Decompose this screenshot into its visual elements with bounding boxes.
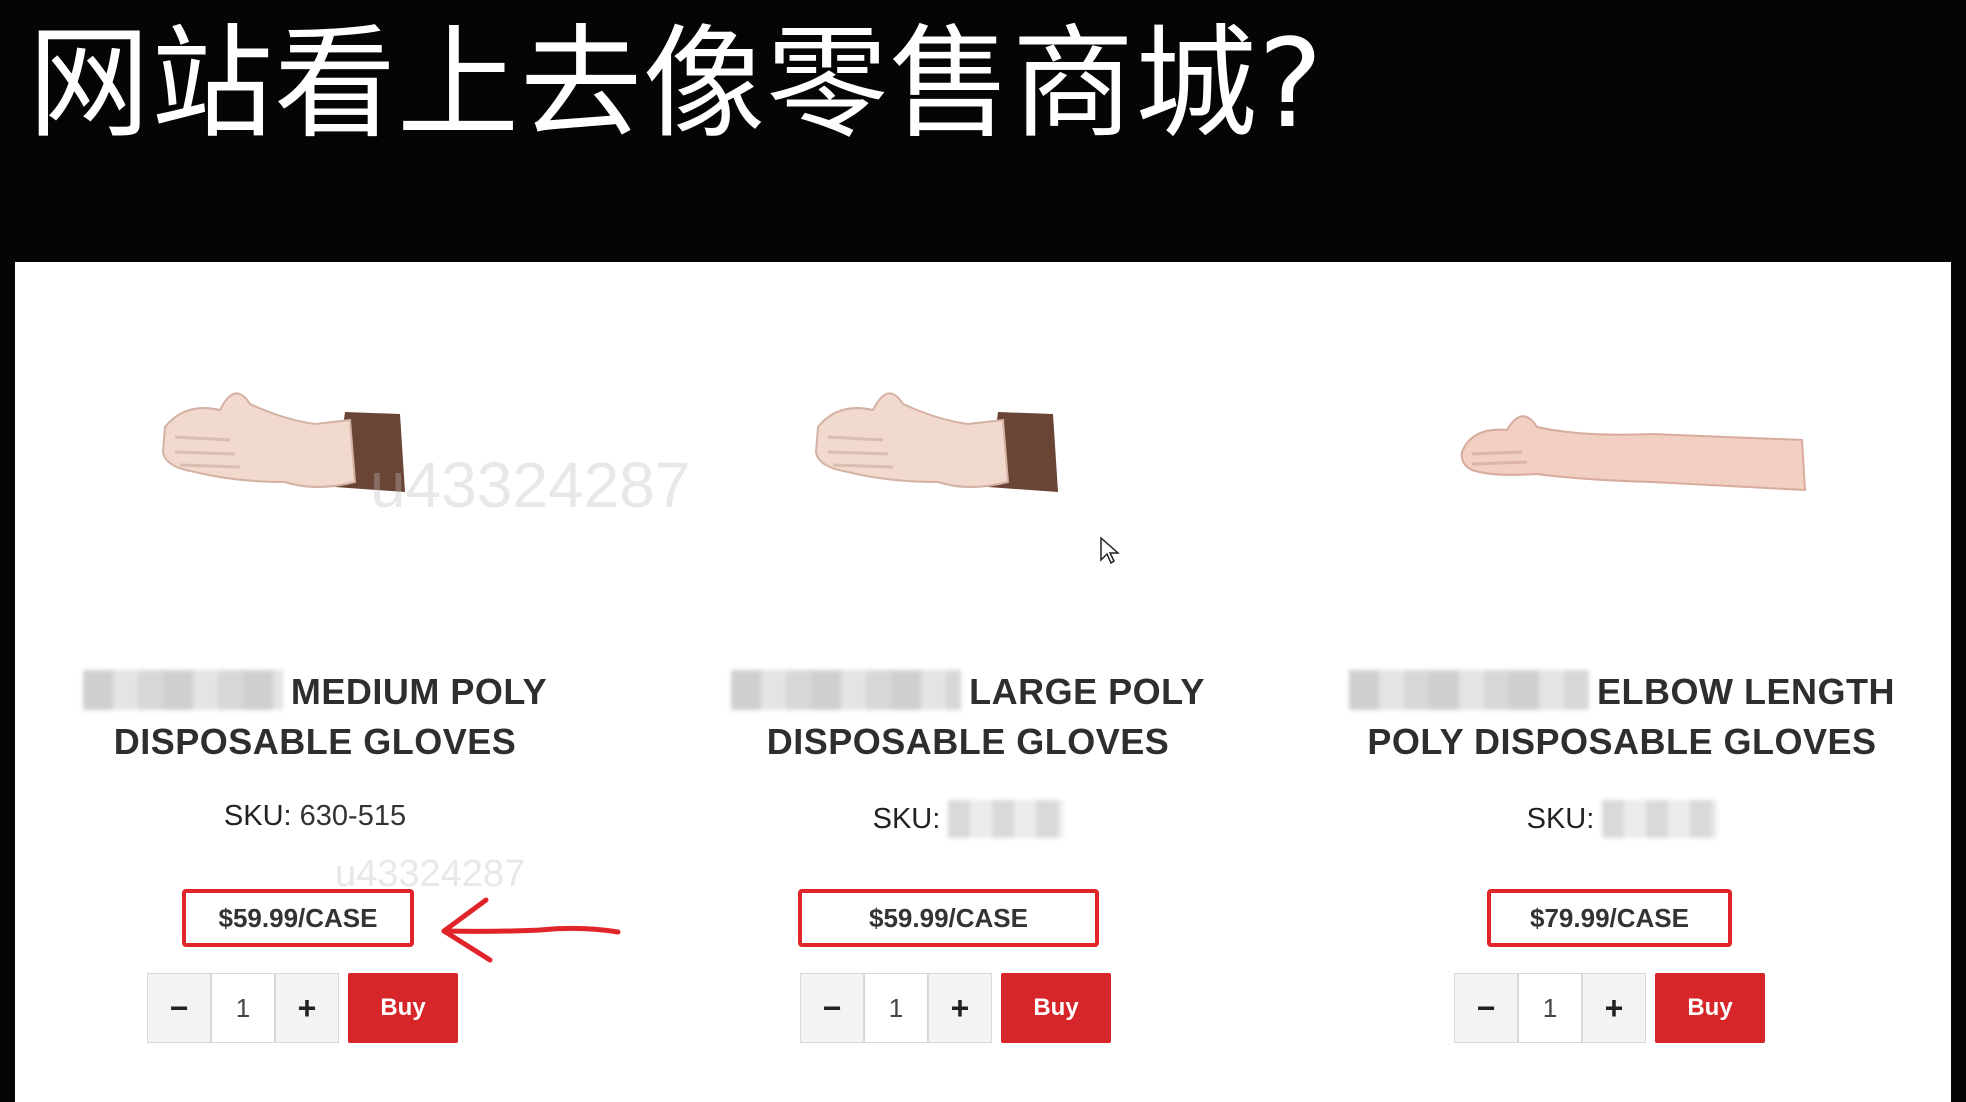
buy-button[interactable]: Buy — [348, 973, 458, 1043]
product-title-line1: ELBOW LENGTH — [1597, 671, 1895, 712]
product-title-line2: POLY DISPOSABLE GLOVES — [1367, 721, 1877, 762]
quantity-stepper[interactable]: − 1 + Buy — [1454, 973, 1765, 1043]
sku-value: 630-515 — [299, 800, 407, 832]
watermark: u43324287 — [370, 449, 691, 521]
quantity-input[interactable]: 1 — [211, 973, 275, 1043]
price-box: $59.99/CASE — [798, 889, 1099, 947]
redacted-brand — [82, 670, 283, 710]
product-card-large: LARGE POLY DISPOSABLE GLOVES SKU: $59.99… — [668, 262, 1268, 1090]
decrease-quantity-button[interactable]: − — [800, 973, 864, 1043]
sku-label: SKU: — [223, 800, 292, 832]
product-title-line1: MEDIUM POLY — [290, 671, 548, 712]
redacted-sku — [948, 800, 1064, 838]
mouse-cursor-icon — [1100, 536, 1120, 565]
sku-label: SKU: — [872, 803, 941, 835]
product-image-elbow-glove[interactable] — [1322, 342, 1922, 542]
product-title-line2: DISPOSABLE GLOVES — [113, 721, 517, 762]
slide-title: 网站看上去像零售商城? — [28, 13, 1324, 155]
buy-button[interactable]: Buy — [1655, 973, 1765, 1043]
product-title-line1: LARGE POLY — [969, 671, 1205, 712]
buy-button[interactable]: Buy — [1001, 973, 1111, 1043]
price-box: $79.99/CASE — [1487, 889, 1732, 947]
increase-quantity-button[interactable]: + — [1582, 973, 1646, 1043]
redacted-sku — [1602, 800, 1718, 838]
sku-row: SKU: 630-515 — [15, 800, 615, 833]
decrease-quantity-button[interactable]: − — [147, 973, 211, 1043]
red-arrow-icon — [441, 897, 621, 963]
sku-row: SKU: — [1322, 800, 1922, 838]
decrease-quantity-button[interactable]: − — [1454, 973, 1518, 1043]
increase-quantity-button[interactable]: + — [275, 973, 339, 1043]
quantity-input[interactable]: 1 — [1518, 973, 1582, 1043]
product-image-short-glove[interactable] — [668, 342, 1268, 542]
product-title-line2: DISPOSABLE GLOVES — [766, 721, 1170, 762]
product-card-elbow-length: ELBOW LENGTH POLY DISPOSABLE GLOVES SKU:… — [1322, 262, 1922, 1090]
redacted-brand — [1349, 670, 1589, 710]
quantity-stepper[interactable]: − 1 + Buy — [147, 973, 458, 1043]
product-title[interactable]: MEDIUM POLY DISPOSABLE GLOVES — [15, 667, 615, 767]
price-box: $59.99/CASE — [182, 889, 414, 947]
redacted-brand — [731, 670, 962, 710]
sku-row: SKU: — [668, 800, 1268, 838]
product-title[interactable]: LARGE POLY DISPOSABLE GLOVES — [668, 667, 1268, 767]
quantity-input[interactable]: 1 — [864, 973, 928, 1043]
product-grid-panel: MEDIUM POLY DISPOSABLE GLOVES SKU: 630-5… — [15, 262, 1951, 1102]
sku-label: SKU: — [1526, 803, 1595, 835]
quantity-stepper[interactable]: − 1 + Buy — [800, 973, 1111, 1043]
product-title[interactable]: ELBOW LENGTH POLY DISPOSABLE GLOVES — [1322, 667, 1922, 767]
increase-quantity-button[interactable]: + — [928, 973, 992, 1043]
